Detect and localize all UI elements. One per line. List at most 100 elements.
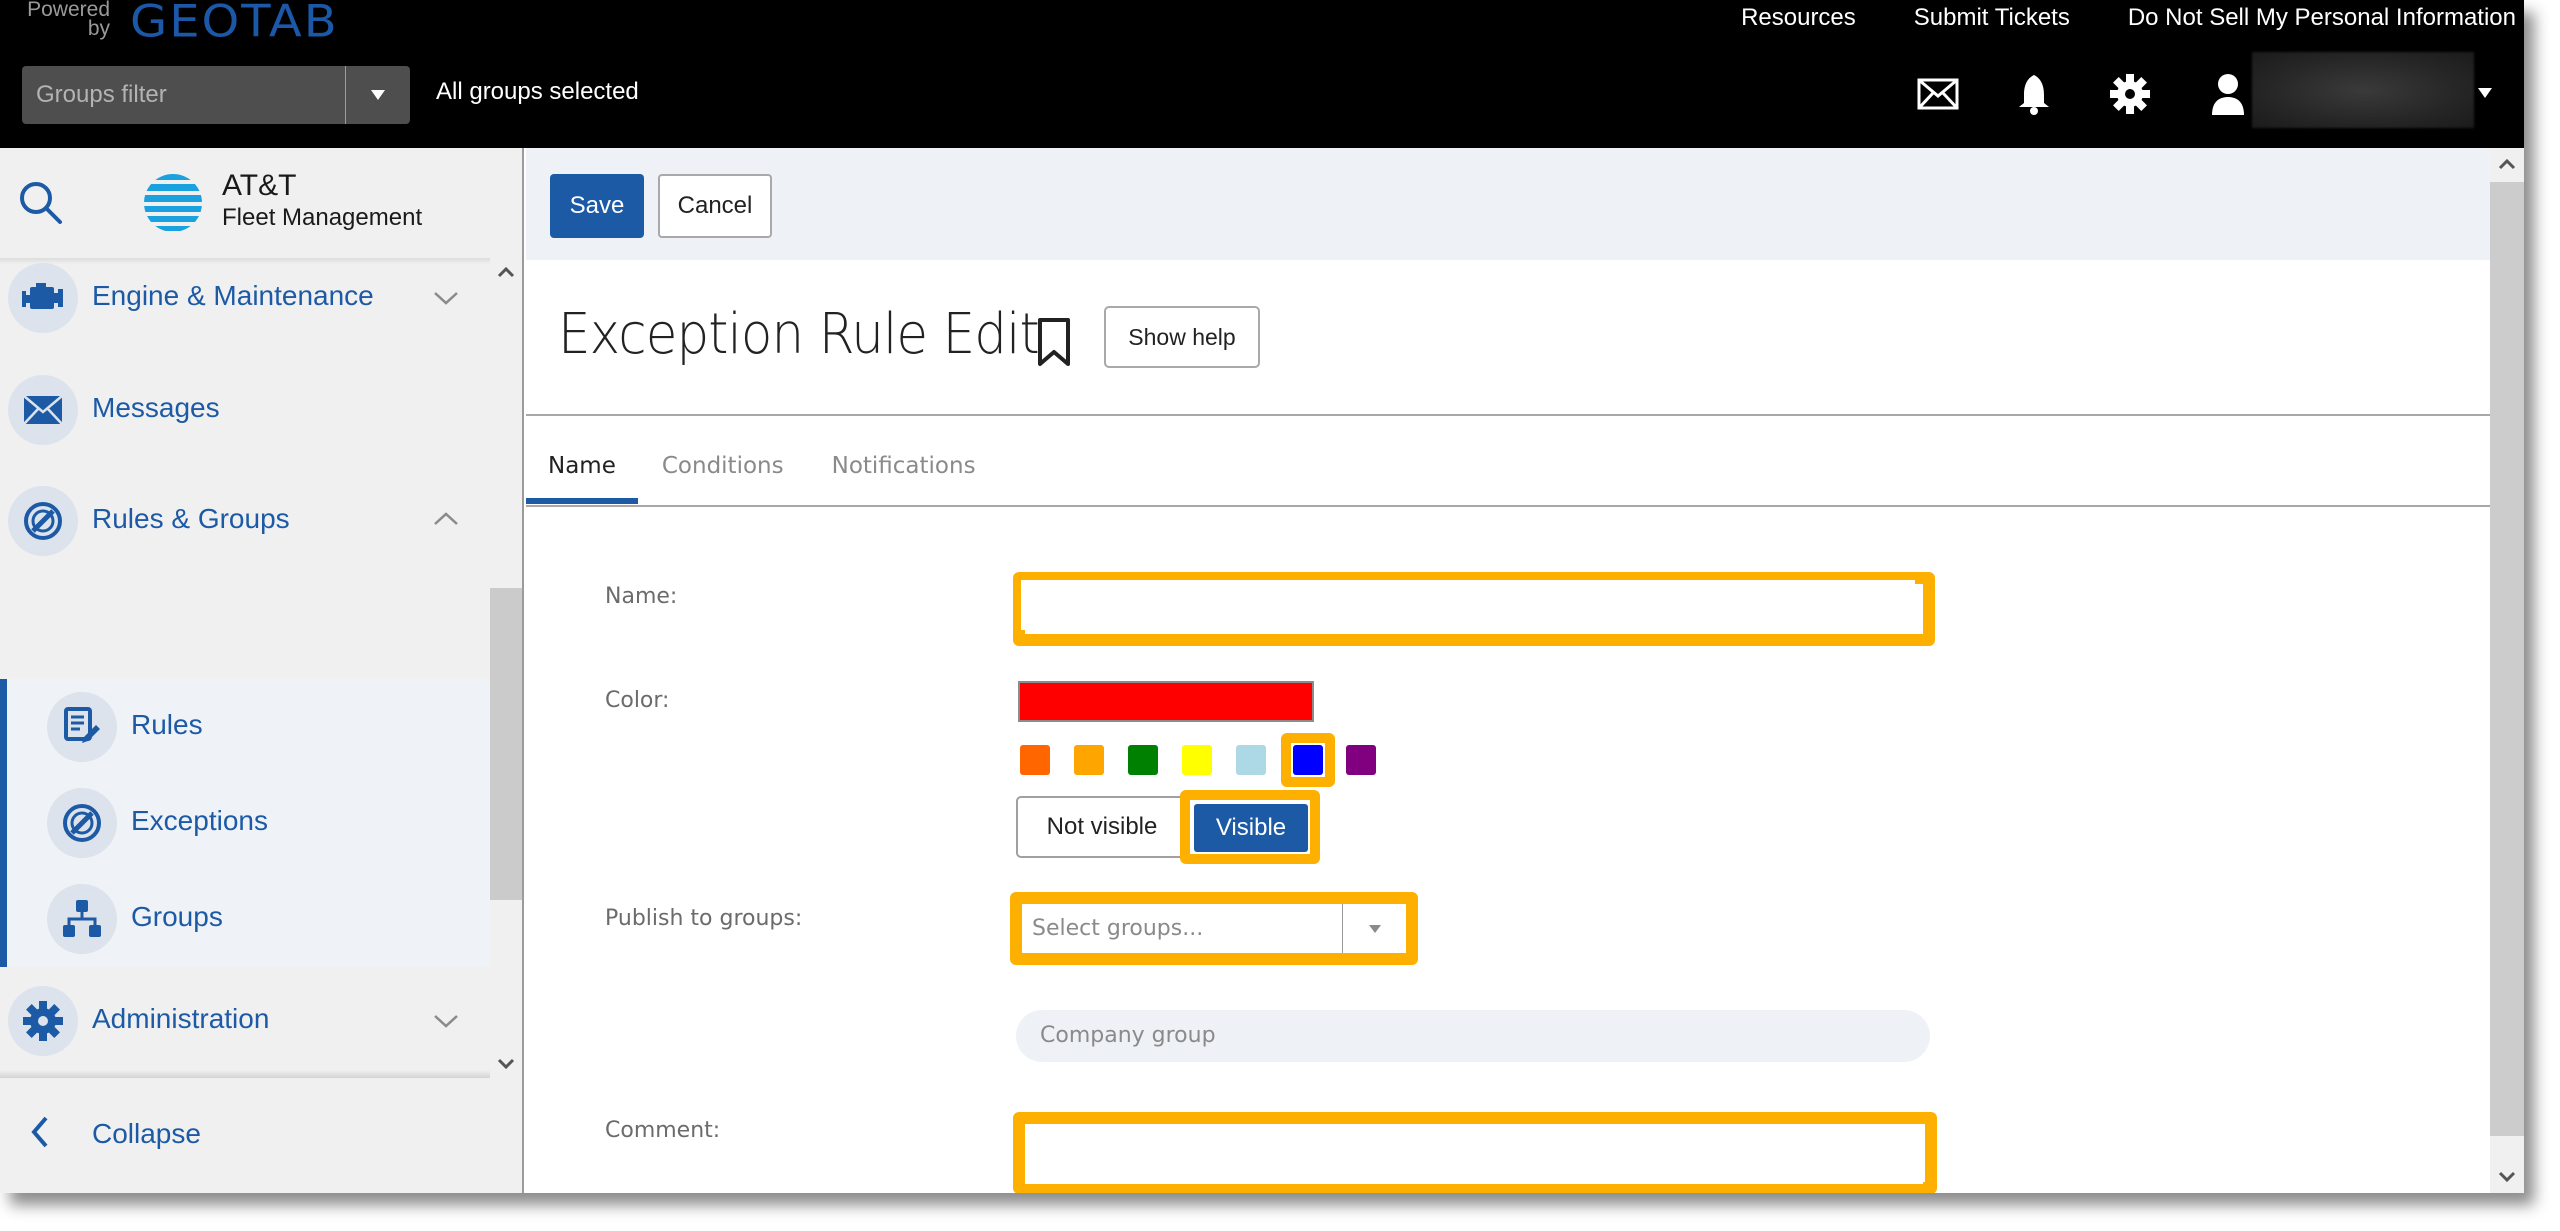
powered-by-label: Powered by	[27, 0, 110, 40]
top-header: Powered by GEOTAB Resources Submit Ticke…	[0, 0, 2524, 148]
rules-icon	[24, 502, 62, 540]
color-swatch-orange[interactable]	[1074, 745, 1104, 775]
color-swatch-purple[interactable]	[1346, 745, 1376, 775]
chevron-down-icon[interactable]	[432, 1007, 460, 1035]
tab-conditions[interactable]: Conditions	[638, 448, 808, 504]
selected-color-bar[interactable]	[1018, 681, 1314, 722]
sidebar-item-label: Administration	[92, 1003, 270, 1034]
action-toolbar: Save Cancel	[526, 148, 2490, 260]
show-help-button[interactable]: Show help	[1104, 306, 1260, 368]
sidebar-item-messages[interactable]: Messages	[0, 360, 490, 460]
gear-icon	[23, 1001, 63, 1041]
cancel-button[interactable]: Cancel	[658, 174, 772, 238]
caret-down-icon	[2478, 88, 2492, 98]
notifications-button[interactable]	[2012, 72, 2056, 116]
sidebar-item-rules[interactable]: Rules	[7, 679, 490, 775]
sidebar-nav: Engine & Maintenance Messages Rules & Gr…	[0, 258, 490, 1078]
sidebar-item-administration[interactable]: Administration	[0, 971, 490, 1071]
tab-name[interactable]: Name	[526, 448, 638, 504]
gear-icon	[2110, 74, 2150, 114]
sidebar-item-label: Rules & Groups	[92, 503, 290, 534]
do-not-sell-link[interactable]: Do Not Sell My Personal Information	[2128, 4, 2516, 32]
sidebar-scrollbar-thumb[interactable]	[490, 588, 522, 900]
geotab-logo: GEOTAB	[130, 0, 339, 48]
mail-icon	[1917, 78, 1959, 110]
submit-tickets-link[interactable]: Submit Tickets	[1914, 4, 2070, 32]
sidebar-search-button[interactable]	[18, 180, 64, 226]
rules-groups-submenu: Rules Exceptions Groups	[0, 679, 490, 967]
comment-label: Comment:	[605, 1118, 721, 1143]
bookmark-icon[interactable]	[1032, 316, 1076, 370]
sidebar-item-label: Engine & Maintenance	[92, 280, 374, 311]
exception-icon	[63, 804, 101, 842]
groups-status-text: All groups selected	[436, 78, 639, 105]
divider	[526, 414, 2490, 416]
scroll-down-icon[interactable]	[2490, 1159, 2524, 1193]
chevron-left-icon	[31, 1116, 48, 1148]
att-logo-subtitle: Fleet Management	[222, 204, 423, 231]
visible-button[interactable]: Visible	[1194, 804, 1308, 852]
user-name-redacted[interactable]	[2252, 52, 2474, 128]
search-icon	[20, 182, 62, 224]
name-input[interactable]	[1021, 580, 1915, 630]
groups-filter-toggle[interactable]	[346, 66, 410, 124]
sidebar-item-label: Rules	[131, 709, 203, 740]
user-menu-button[interactable]	[2206, 72, 2250, 116]
sidebar-collapse-button[interactable]: Collapse	[0, 1088, 490, 1178]
engine-icon	[22, 283, 63, 309]
rule-edit-icon	[64, 707, 100, 743]
sidebar-item-label: Messages	[92, 392, 220, 423]
caret-down-icon	[371, 90, 385, 100]
tab-notifications[interactable]: Notifications	[808, 448, 1000, 504]
sidebar-item-rules-groups[interactable]: Rules & Groups	[0, 471, 490, 571]
color-swatch-yellow[interactable]	[1182, 745, 1212, 775]
resources-link[interactable]: Resources	[1741, 4, 1856, 32]
sidebar-item-groups[interactable]: Groups	[7, 871, 490, 967]
att-globe-logo	[144, 174, 202, 231]
publish-groups-select[interactable]: Select groups...	[1022, 904, 1406, 953]
collapse-label: Collapse	[92, 1118, 201, 1149]
color-swatch-green[interactable]	[1128, 745, 1158, 775]
tab-bar: Name Conditions Notifications	[526, 448, 1000, 504]
sidebar-header: AT&T Fleet Management	[0, 148, 524, 258]
page-title: Exception Rule Edit	[558, 302, 1040, 367]
publish-groups-label: Publish to groups:	[605, 906, 803, 931]
user-menu-caret[interactable]	[2478, 88, 2492, 98]
sidebar-item-engine-maintenance[interactable]: Engine & Maintenance	[0, 258, 490, 348]
main-content: Save Cancel Exception Rule Edit Show hel…	[526, 148, 2490, 1193]
chevron-up-icon[interactable]	[432, 505, 460, 533]
publish-groups-toggle[interactable]	[1342, 904, 1406, 953]
divider	[526, 505, 2490, 507]
scroll-up-icon[interactable]	[490, 258, 522, 288]
publish-groups-placeholder: Select groups...	[1032, 916, 1204, 941]
color-swatch-orange-red[interactable]	[1020, 745, 1050, 775]
color-swatch-light-blue[interactable]	[1236, 745, 1266, 775]
sidebar-scrollbar[interactable]	[490, 258, 522, 1078]
header-links: Resources Submit Tickets Do Not Sell My …	[1741, 4, 2516, 32]
scroll-down-icon[interactable]	[490, 1048, 522, 1078]
color-label: Color:	[605, 688, 670, 713]
sidebar: AT&T Fleet Management Engine & Maintenan…	[0, 148, 524, 1193]
color-swatch-blue[interactable]	[1293, 745, 1323, 775]
company-group-chip[interactable]: Company group	[1016, 1010, 1930, 1062]
bell-icon	[2019, 75, 2049, 115]
sidebar-item-label: Groups	[131, 901, 223, 932]
visibility-toggle: Not visible Visible	[1016, 790, 1320, 864]
chevron-down-icon[interactable]	[432, 284, 460, 312]
user-icon	[2212, 74, 2244, 115]
name-label: Name:	[605, 584, 678, 609]
att-logo-title: AT&T	[222, 169, 297, 202]
main-scrollbar[interactable]	[2490, 148, 2524, 1193]
comment-input[interactable]	[1025, 1124, 1923, 1184]
settings-button[interactable]	[2108, 72, 2152, 116]
save-button[interactable]: Save	[550, 174, 644, 238]
app-window: Powered by GEOTAB Resources Submit Ticke…	[0, 0, 2524, 1193]
sidebar-item-exceptions[interactable]: Exceptions	[7, 775, 490, 871]
groups-filter-dropdown[interactable]: Groups filter	[22, 66, 410, 124]
scroll-up-icon[interactable]	[2490, 148, 2524, 182]
not-visible-button[interactable]: Not visible	[1016, 796, 1188, 858]
main-scrollbar-thumb[interactable]	[2490, 182, 2524, 1136]
sidebar-item-label: Exceptions	[131, 805, 268, 836]
groups-filter-input[interactable]: Groups filter	[22, 66, 346, 124]
mail-button[interactable]	[1916, 72, 1960, 116]
